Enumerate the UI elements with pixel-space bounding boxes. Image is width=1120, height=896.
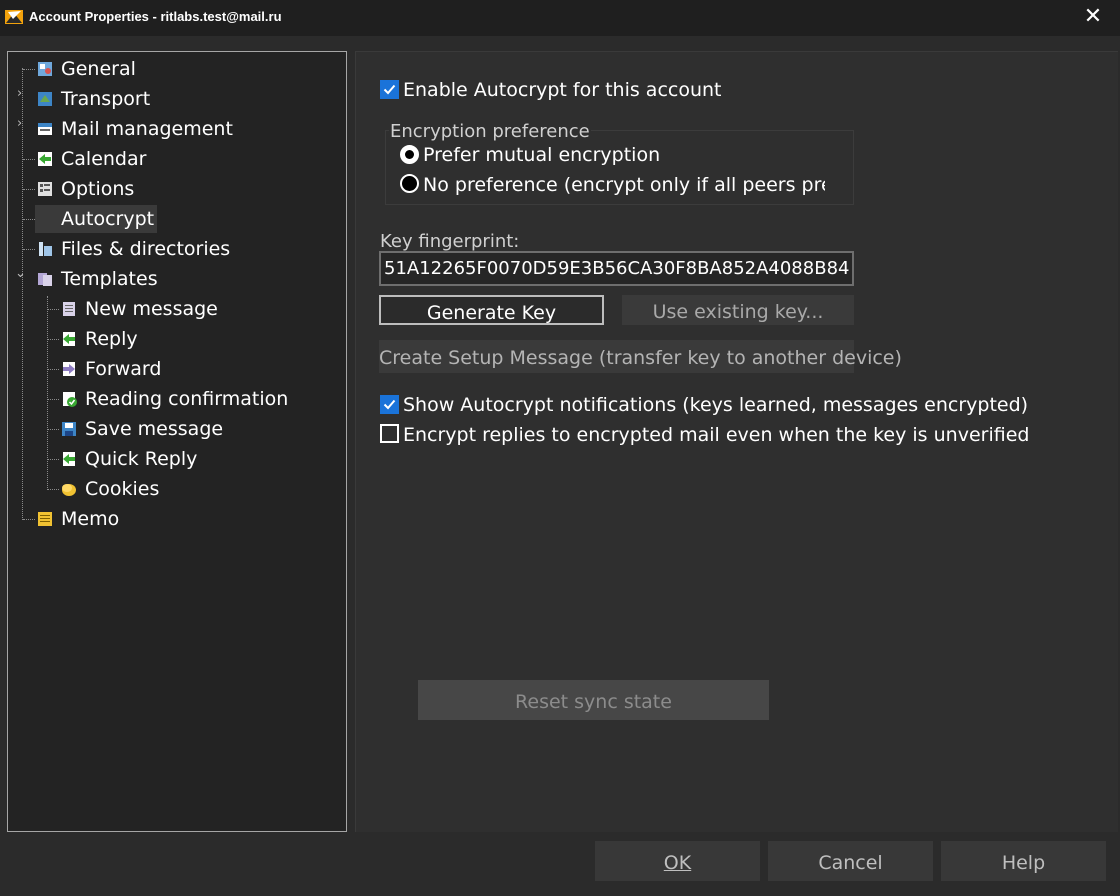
tree-item-label: General xyxy=(61,58,136,80)
enable-autocrypt-label[interactable]: Enable Autocrypt for this account xyxy=(403,79,722,101)
quick-reply-icon xyxy=(63,452,75,466)
prefer-mutual-radio[interactable] xyxy=(400,145,419,164)
ok-button[interactable]: OK xyxy=(595,841,760,881)
tree-connector xyxy=(23,159,35,160)
expand-chevron-icon[interactable]: › xyxy=(17,117,27,130)
help-button[interactable]: Help xyxy=(941,841,1106,881)
tree-connector xyxy=(47,429,59,430)
tree-item-label: New message xyxy=(85,298,218,320)
encrypt-replies-label[interactable]: Encrypt replies to encrypted mail even w… xyxy=(403,424,1029,446)
prefer-mutual-label[interactable]: Prefer mutual encryption xyxy=(423,144,660,166)
tree-connector xyxy=(47,309,59,310)
tree-connector xyxy=(23,519,35,520)
tree-item-label: Calendar xyxy=(61,148,147,170)
create-setup-message-button[interactable]: Create Setup Message (transfer key to an… xyxy=(379,340,902,373)
cookies-icon xyxy=(62,484,76,496)
tree-connector xyxy=(47,399,59,400)
reset-sync-state-button[interactable]: Reset sync state xyxy=(418,680,769,720)
tree-item-label: Memo xyxy=(61,508,120,530)
options-icon xyxy=(38,182,52,196)
use-existing-key-button[interactable]: Use existing key... xyxy=(622,295,854,325)
show-notifications-label[interactable]: Show Autocrypt notifications (keys learn… xyxy=(403,394,1028,416)
expand-chevron-icon[interactable]: › xyxy=(17,87,27,100)
tree-item-label: Mail management xyxy=(61,118,233,140)
tree-item-label: Autocrypt xyxy=(35,205,158,233)
tree-item-label: Save message xyxy=(85,418,224,440)
templates-icon xyxy=(38,273,52,286)
tree-item-label: Templates xyxy=(61,268,158,290)
no-preference-label[interactable]: No preference (encrypt only if all peers… xyxy=(423,174,825,196)
general-icon xyxy=(38,62,52,76)
title-bar: Account Properties - ritlabs.test@mail.r… xyxy=(0,0,1120,36)
window-title: Account Properties - ritlabs.test@mail.r… xyxy=(29,9,282,24)
enable-autocrypt-checkbox[interactable] xyxy=(380,80,399,99)
tree-item-label: Cookies xyxy=(85,478,160,500)
tree-item-label: Files & directories xyxy=(61,238,231,260)
transport-icon xyxy=(38,92,52,106)
encryption-preference-label: Encryption preference xyxy=(389,121,591,142)
tree-item-label: Options xyxy=(61,178,135,200)
save-message-icon xyxy=(62,422,76,436)
tree-item-label: Transport xyxy=(61,88,151,110)
tree-connector xyxy=(47,369,59,370)
generate-key-button[interactable]: Generate Key xyxy=(379,295,604,325)
tree-item-label: Reading confirmation xyxy=(85,388,289,410)
app-logo-icon xyxy=(5,10,23,24)
tree-connector xyxy=(47,296,48,490)
mail-management-icon xyxy=(38,123,52,135)
tree-connector xyxy=(47,489,59,490)
close-button[interactable]: ✕ xyxy=(1070,0,1116,36)
no-preference-radio[interactable] xyxy=(400,174,419,193)
reply-icon xyxy=(63,332,75,346)
calendar-icon xyxy=(38,152,52,166)
key-fingerprint-field[interactable]: 51A12265F0070D59E3B56CA30F8BA852A4088B84 xyxy=(379,251,854,286)
checkmark-icon xyxy=(383,84,396,95)
show-notifications-checkbox[interactable] xyxy=(380,395,399,414)
tree-connector xyxy=(22,68,23,520)
tree-connector xyxy=(47,459,59,460)
encrypt-replies-checkbox[interactable] xyxy=(380,424,399,443)
new-message-icon xyxy=(63,302,75,316)
tree-item-label: Quick Reply xyxy=(85,448,198,470)
tree-connector xyxy=(23,69,35,70)
memo-icon xyxy=(38,512,52,526)
tree-connector xyxy=(47,339,59,340)
forward-icon xyxy=(63,362,75,376)
tree-connector xyxy=(23,219,35,220)
key-fingerprint-label: Key fingerprint: xyxy=(380,231,520,252)
tree-connector xyxy=(23,189,35,190)
reading-confirmation-icon xyxy=(63,392,77,407)
tree-item-label: Reply xyxy=(85,328,138,350)
cancel-button[interactable]: Cancel xyxy=(768,841,933,881)
files-icon xyxy=(39,242,52,256)
checkmark-icon xyxy=(383,399,396,410)
tree-connector xyxy=(23,249,35,250)
collapse-chevron-icon[interactable]: ⌄ xyxy=(15,267,26,280)
tree-item-label: Forward xyxy=(85,358,162,380)
